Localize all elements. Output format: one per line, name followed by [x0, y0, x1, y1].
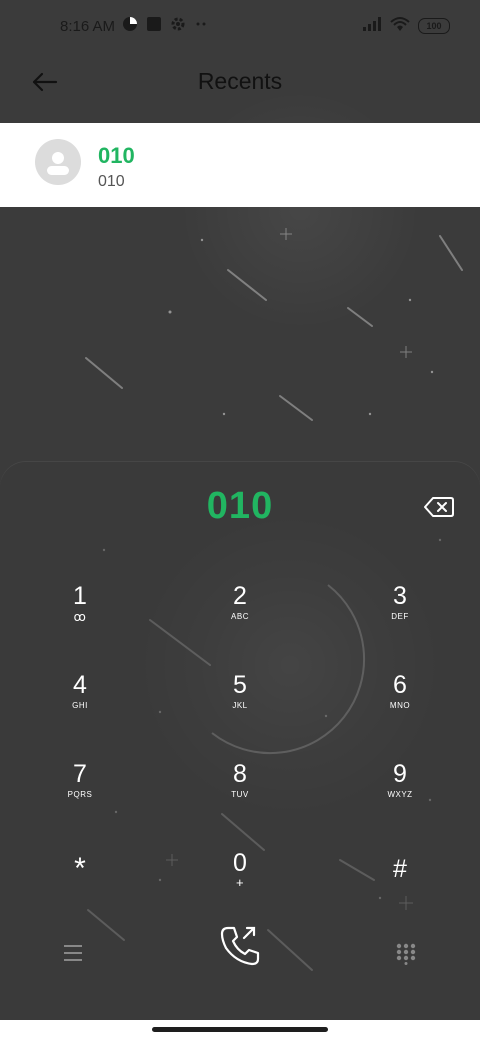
keypad-icon[interactable] [396, 943, 416, 965]
dialed-number: 010 [206, 485, 274, 527]
key-hash[interactable]: # [350, 855, 450, 925]
key-1-digit: 1 [73, 582, 87, 610]
key-star[interactable]: * [30, 852, 130, 925]
status-notification-icons [122, 16, 210, 36]
call-icon[interactable] [216, 922, 264, 970]
page-title: Recents [197, 68, 283, 94]
key-hash-digit: # [393, 855, 407, 883]
wifi-icon [390, 16, 410, 36]
key-6[interactable]: 6 MNO [350, 671, 450, 741]
key-4-letters: GHI [72, 701, 88, 710]
key-5-digit: 5 [233, 671, 247, 699]
status-system-icons: 100 [362, 16, 450, 36]
key-8[interactable]: 8 TUV [190, 760, 290, 830]
home-indicator[interactable] [152, 1027, 328, 1032]
signal-icon [362, 16, 382, 36]
key-4[interactable]: 4 GHI [30, 671, 130, 741]
key-2-digit: 2 [233, 582, 247, 610]
status-time: 8:16 AM [60, 18, 116, 35]
key-9-letters: WXYZ [387, 790, 413, 799]
vpn-icon [122, 16, 138, 36]
battery-indicator: 100 [418, 18, 450, 34]
key-0-plus: + [235, 875, 245, 890]
key-4-digit: 4 [73, 671, 87, 699]
key-3-digit: 3 [393, 582, 407, 610]
key-7-digit: 7 [73, 760, 87, 788]
avatar-icon [35, 139, 81, 185]
backspace-icon[interactable] [424, 496, 454, 518]
key-0-digit: 0 [233, 849, 247, 877]
key-star-digit: * [74, 852, 86, 885]
key-6-letters: MNO [389, 701, 411, 710]
app-bar: Recents [0, 56, 480, 122]
settings-icon [170, 16, 186, 36]
key-2-letters: ABC [231, 612, 249, 621]
key-5[interactable]: 5 JKL [190, 671, 290, 741]
key-9[interactable]: 9 WXYZ [350, 760, 450, 830]
system-nav-bar [0, 1020, 480, 1040]
key-0[interactable]: 0 + [190, 849, 290, 919]
recent-contact-name: 010 [98, 143, 135, 168]
key-8-letters: TUV [231, 790, 249, 799]
key-7-letters: PQRS [67, 790, 93, 799]
key-5-letters: JKL [232, 701, 248, 710]
key-8-digit: 8 [233, 760, 247, 788]
key-1[interactable]: 1 ꝏ [30, 582, 130, 652]
status-bar: 8:16 AM 100 [0, 0, 480, 56]
recent-contact-number: 010 [98, 173, 125, 190]
more-notifications-icon [194, 16, 210, 36]
key-6-digit: 6 [393, 671, 407, 699]
key-7[interactable]: 7 PQRS [30, 760, 130, 830]
key-3[interactable]: 3 DEF [350, 582, 450, 652]
recent-call-item[interactable]: 010 010 [0, 123, 480, 207]
key-9-digit: 9 [393, 760, 407, 788]
key-2[interactable]: 2 ABC [190, 582, 290, 652]
voicemail-icon: ꝏ [73, 610, 87, 624]
dialer-bottom-bar [0, 920, 480, 990]
key-3-letters: DEF [391, 612, 409, 621]
menu-icon[interactable] [62, 944, 84, 962]
app-icon [146, 16, 162, 36]
